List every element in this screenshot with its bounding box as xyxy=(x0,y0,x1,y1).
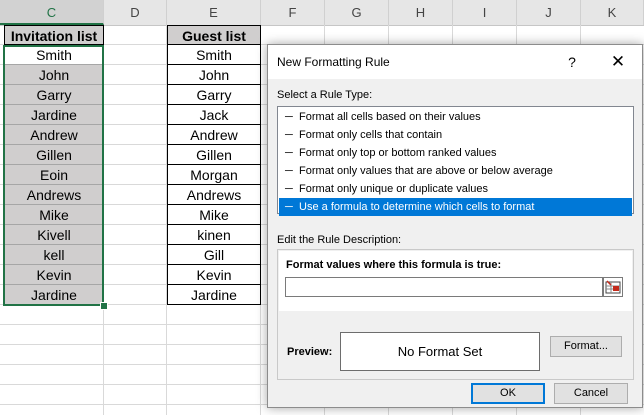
arrow-bullet-icon: ─ xyxy=(285,165,293,177)
rule-type-item[interactable]: ─ Format only unique or duplicate values xyxy=(279,180,632,198)
fill-handle[interactable] xyxy=(100,302,108,310)
ok-button[interactable]: OK xyxy=(471,383,545,404)
rule-type-label: Format only top or bottom ranked values xyxy=(296,147,497,159)
guest-list-cell[interactable]: Jack xyxy=(167,105,261,125)
column-header-e[interactable]: E xyxy=(167,0,261,25)
guest-list-cell[interactable]: Mike xyxy=(167,205,261,225)
invitation-list-cell[interactable]: Gillen xyxy=(4,145,104,165)
invitation-list-cell[interactable]: kell xyxy=(4,245,104,265)
new-formatting-rule-dialog: New Formatting Rule ? ✕ Select a Rule Ty… xyxy=(267,44,643,408)
invitation-list-cell[interactable]: Jardine xyxy=(4,105,104,125)
edit-rule-description-label: Edit the Rule Description: xyxy=(277,234,402,246)
preview-box: No Format Set xyxy=(340,332,540,371)
column-header-d[interactable]: D xyxy=(104,0,167,25)
formula-input[interactable] xyxy=(285,277,603,297)
rule-type-label: Format only cells that contain xyxy=(296,129,443,141)
select-rule-type-label: Select a Rule Type: xyxy=(277,89,373,101)
rule-type-label: Format only unique or duplicate values xyxy=(296,183,488,195)
arrow-bullet-icon: ─ xyxy=(285,201,293,213)
rule-type-list[interactable]: ─ Format all cells based on their values… xyxy=(277,106,634,216)
guest-list-cell[interactable]: Andrew xyxy=(167,125,261,145)
dialog-title: New Formatting Rule xyxy=(277,55,390,69)
rule-type-item[interactable]: ─ Use a formula to determine which cells… xyxy=(279,198,632,216)
rule-type-item[interactable]: ─ Format only values that are above or b… xyxy=(279,162,632,180)
invitation-list-cell[interactable]: Smith xyxy=(4,45,104,65)
rule-type-label: Use a formula to determine which cells t… xyxy=(296,201,535,213)
guest-list-cell[interactable]: Garry xyxy=(167,85,261,105)
invitation-list-cell[interactable]: Kevin xyxy=(4,265,104,285)
collapse-dialog-button[interactable] xyxy=(603,277,623,297)
format-button[interactable]: Format... xyxy=(550,336,622,357)
range-select-icon xyxy=(605,280,621,294)
column-header-i[interactable]: I xyxy=(453,0,517,25)
column-header-h[interactable]: H xyxy=(389,0,453,25)
column-header-c[interactable]: C xyxy=(0,0,104,25)
column-header-f[interactable]: F xyxy=(261,0,325,25)
invitation-list-cell[interactable]: Mike xyxy=(4,205,104,225)
guest-list-cell[interactable]: Morgan xyxy=(167,165,261,185)
guest-list-cell[interactable]: Andrews xyxy=(167,185,261,205)
rule-type-label: Format only values that are above or bel… xyxy=(296,165,553,177)
rule-type-label: Format all cells based on their values xyxy=(296,111,481,123)
rule-type-item[interactable]: ─ Format only cells that contain xyxy=(279,126,632,144)
invitation-list-cell[interactable]: John xyxy=(4,65,104,85)
guest-list-cell[interactable]: Jardine xyxy=(167,285,261,305)
guest-list-cell[interactable]: John xyxy=(167,65,261,85)
rule-type-item[interactable]: ─ Format only top or bottom ranked value… xyxy=(279,144,632,162)
guest-list-cell[interactable]: Smith xyxy=(167,45,261,65)
guest-list-header[interactable]: Guest list xyxy=(167,25,261,45)
rule-description-panel: Format values where this formula is true… xyxy=(277,249,634,380)
rule-type-item[interactable]: ─ Format all cells based on their values xyxy=(279,108,632,126)
invitation-list-cell[interactable]: Andrew xyxy=(4,125,104,145)
invitation-list-cell[interactable]: Eoin xyxy=(4,165,104,185)
guest-list-cell[interactable]: Kevin xyxy=(167,265,261,285)
formula-label: Format values where this formula is true… xyxy=(286,259,502,271)
invitation-list-cell[interactable]: Andrews xyxy=(4,185,104,205)
help-button[interactable]: ? xyxy=(562,52,582,72)
guest-list-cell[interactable]: Gillen xyxy=(167,145,261,165)
invitation-list-header[interactable]: Invitation list xyxy=(4,25,104,45)
column-header-k[interactable]: K xyxy=(581,0,644,25)
invitation-list-cell[interactable]: Garry xyxy=(4,85,104,105)
column-header-g[interactable]: G xyxy=(325,0,389,25)
arrow-bullet-icon: ─ xyxy=(285,111,293,123)
guest-list-cell[interactable]: kinen xyxy=(167,225,261,245)
dialog-titlebar[interactable]: New Formatting Rule ? ✕ xyxy=(268,45,642,79)
close-button[interactable]: ✕ xyxy=(606,52,630,72)
cancel-button[interactable]: Cancel xyxy=(554,383,628,404)
preview-label: Preview: xyxy=(287,346,333,358)
guest-list-cell[interactable]: Gill xyxy=(167,245,261,265)
arrow-bullet-icon: ─ xyxy=(285,147,293,159)
column-headers: C D E F G H I J K xyxy=(0,0,644,26)
arrow-bullet-icon: ─ xyxy=(285,183,293,195)
invitation-list-cell[interactable]: Jardine xyxy=(4,285,104,305)
arrow-bullet-icon: ─ xyxy=(285,129,293,141)
column-header-j[interactable]: J xyxy=(517,0,581,25)
invitation-list-cell[interactable]: Kivell xyxy=(4,225,104,245)
